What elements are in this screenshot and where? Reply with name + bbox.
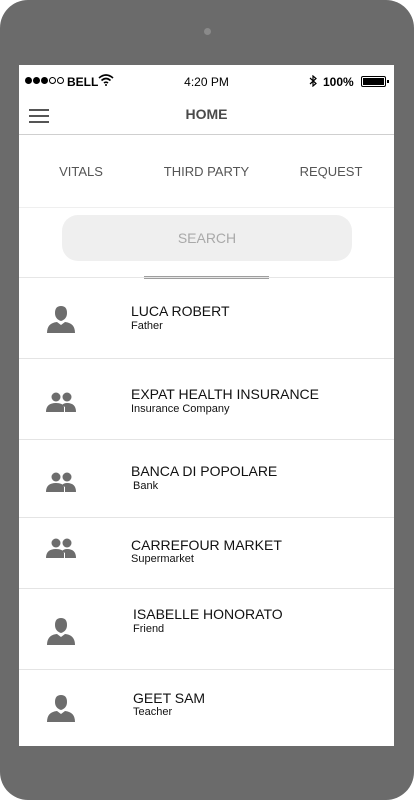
list-item[interactable]: GEET SAM Teacher [19, 670, 394, 746]
battery-icon [361, 76, 389, 87]
battery-percentage: 100% [323, 75, 354, 89]
device-frame: BELL 4:20 PM 100% HOME VITALS THIRD PART… [0, 0, 414, 800]
list-item[interactable]: CARREFOUR MARKET Supermarket [19, 518, 394, 589]
contact-relation: Bank [133, 480, 159, 492]
tab-bar: VITALS THIRD PARTY REQUEST [19, 136, 394, 279]
contact-list: LUCA ROBERT Father EXPAT HEALTH INSURANC… [19, 279, 394, 746]
list-item[interactable]: BANCA DI POPOLARE Bank [19, 440, 394, 518]
person-icon [47, 695, 75, 722]
search-section [19, 208, 394, 278]
page-title: HOME [185, 106, 228, 122]
contact-name: EXPAT HEALTH INSURANCE [131, 386, 320, 402]
contact-relation: Friend [133, 623, 165, 635]
person-icon [47, 306, 75, 333]
search-input[interactable] [62, 215, 352, 261]
contact-relation: Father [131, 320, 163, 332]
group-icon [46, 472, 76, 492]
tab-third-party[interactable]: THIRD PARTY [144, 136, 269, 208]
list-item[interactable]: ISABELLE HONORATO Friend [19, 589, 394, 670]
app-header: HOME [19, 99, 394, 135]
contact-relation: Insurance Company [131, 403, 230, 415]
contact-name: LUCA ROBERT [131, 303, 230, 319]
contact-name: GEET SAM [133, 690, 206, 706]
bluetooth-icon [309, 75, 317, 87]
camera-dot [204, 28, 211, 35]
tab-vitals[interactable]: VITALS [31, 136, 131, 208]
contact-relation: Supermarket [131, 553, 194, 565]
tab-request[interactable]: REQUEST [281, 136, 381, 208]
status-bar: BELL 4:20 PM 100% [19, 65, 394, 99]
contact-name: BANCA DI POPOLARE [131, 463, 278, 479]
list-item[interactable]: LUCA ROBERT Father [19, 279, 394, 359]
contact-name: CARREFOUR MARKET [131, 537, 282, 553]
group-icon [46, 392, 76, 412]
list-item[interactable]: EXPAT HEALTH INSURANCE Insurance Company [19, 359, 394, 440]
group-icon [46, 538, 76, 558]
contact-relation: Teacher [133, 706, 173, 718]
app-screen: BELL 4:20 PM 100% HOME VITALS THIRD PART… [19, 65, 394, 746]
person-icon [47, 618, 75, 645]
contact-name: ISABELLE HONORATO [133, 606, 283, 622]
